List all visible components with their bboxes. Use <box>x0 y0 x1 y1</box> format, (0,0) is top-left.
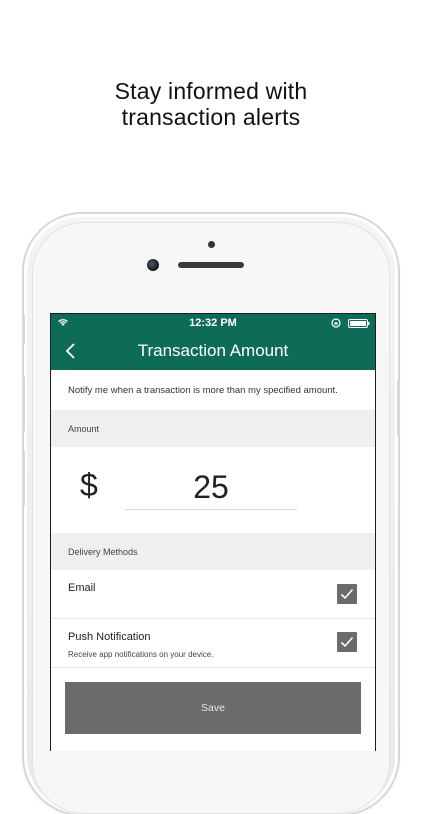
email-method-row[interactable]: Email <box>51 570 375 619</box>
save-area: Save <box>51 668 375 734</box>
checkmark-icon <box>340 636 354 648</box>
status-bar: 12:32 PM <box>51 314 375 332</box>
amount-row: $ <box>51 447 375 533</box>
intro-text: Notify me when a transaction is more tha… <box>51 370 375 410</box>
amount-section-header: Amount <box>51 410 375 447</box>
email-checkbox[interactable] <box>337 584 357 604</box>
checkmark-icon <box>340 588 354 600</box>
status-time: 12:32 PM <box>189 317 237 329</box>
amount-input[interactable] <box>125 465 297 510</box>
push-method-row[interactable]: Push Notification Receive app notificati… <box>51 619 375 668</box>
headline: Stay informed with transaction alerts <box>0 78 422 130</box>
volume-down-button <box>22 450 25 506</box>
currency-symbol: $ <box>80 467 98 503</box>
nav-bar: Transaction Amount <box>51 332 375 370</box>
push-description: Receive app notifications on your device… <box>68 650 214 659</box>
battery-icon <box>348 319 370 328</box>
page-title: Transaction Amount <box>137 341 289 360</box>
mute-switch <box>22 314 25 344</box>
delivery-section-header: Delivery Methods <box>51 533 375 570</box>
save-button[interactable]: Save <box>65 682 361 734</box>
front-camera-icon <box>147 259 159 271</box>
earpiece-speaker <box>178 262 244 268</box>
headline-line-1: Stay informed with <box>114 78 308 104</box>
push-checkbox[interactable] <box>337 632 357 652</box>
power-button <box>397 380 400 436</box>
email-label: Email <box>68 582 96 594</box>
proximity-sensor <box>208 241 215 248</box>
app-screen: 12:32 PM Transaction Amount Notify me wh… <box>50 313 376 751</box>
volume-up-button <box>22 376 25 432</box>
push-label: Push Notification <box>68 631 151 643</box>
rotation-lock-icon <box>331 318 341 328</box>
headline-line-2: transaction alerts <box>121 104 301 130</box>
